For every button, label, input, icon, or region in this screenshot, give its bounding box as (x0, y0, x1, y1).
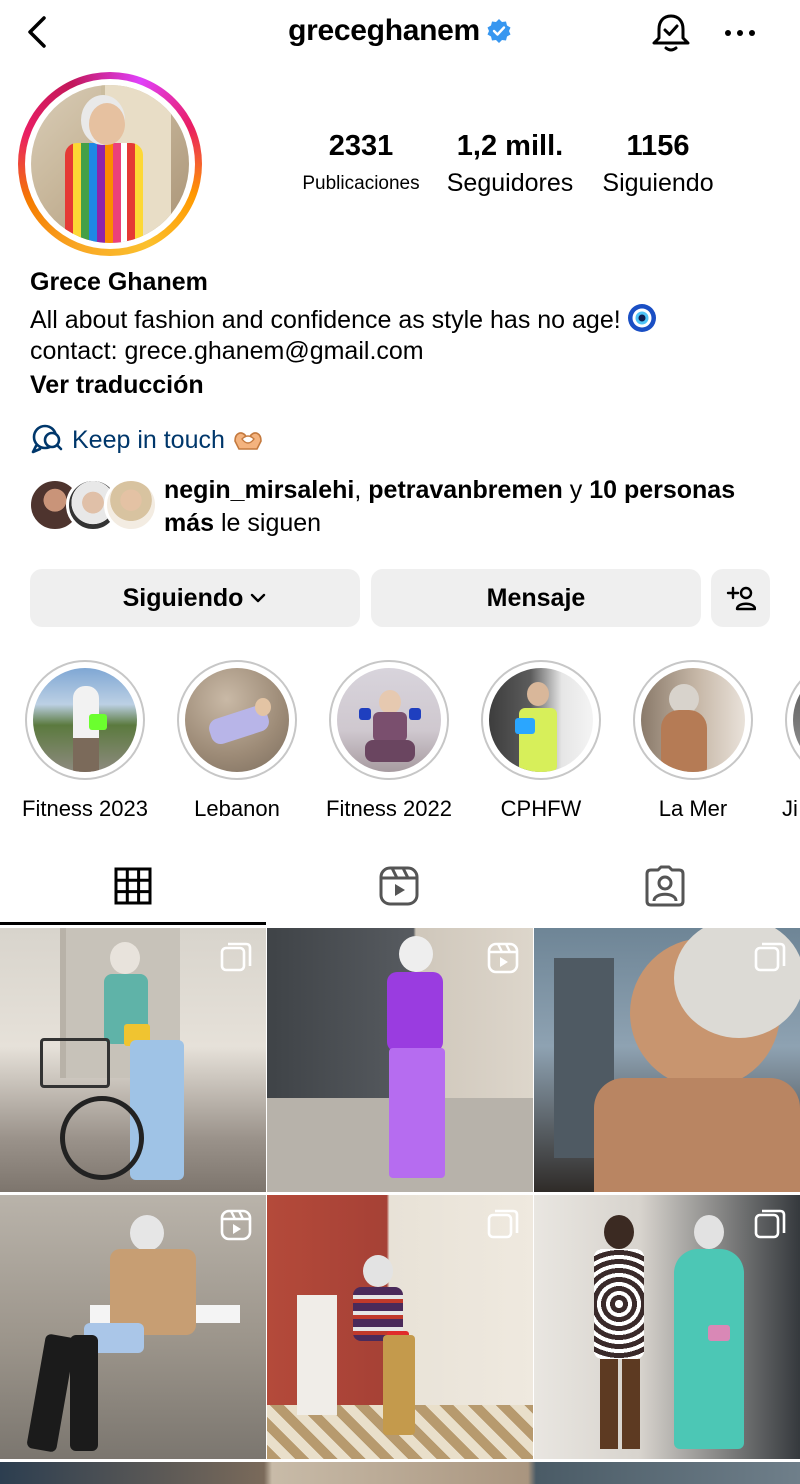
reel-icon (220, 1209, 252, 1241)
tagged-icon (645, 865, 685, 907)
carousel-icon (487, 1209, 519, 1239)
highlight-item[interactable]: La Mer (618, 660, 768, 820)
bell-check-icon[interactable] (648, 10, 694, 56)
highlight-item[interactable]: CPHFW (466, 660, 616, 820)
profile-username: greceghanem (288, 14, 480, 47)
post-thumbnail[interactable] (0, 928, 266, 1192)
active-tab-indicator (0, 922, 266, 925)
followers-label: Seguidores (446, 169, 574, 197)
highlight-label: Lebanon (194, 796, 280, 820)
carousel-icon (754, 1209, 786, 1239)
next-row-preview (0, 1462, 800, 1484)
highlight-item[interactable]: Lebanon (162, 660, 312, 820)
threads-icon (31, 424, 63, 454)
bio-text-1: All about fashion and confidence as styl… (30, 306, 621, 334)
carousel-icon (220, 942, 252, 972)
highlight-label: Fitness 2022 (326, 796, 452, 820)
mutual-user-2: petravanbremen (368, 476, 563, 504)
following-label: Siguiendo (602, 169, 714, 197)
highlight-label: CPHFW (500, 796, 582, 820)
post-thumbnail[interactable] (534, 928, 800, 1192)
threads-link[interactable]: Keep in touch (30, 422, 265, 456)
post-thumbnail[interactable] (0, 1195, 266, 1459)
message-button-label: Mensaje (486, 583, 586, 612)
avatar (31, 85, 189, 243)
highlight-label: Fitness 2023 (22, 796, 148, 820)
avatar-frame (25, 79, 195, 249)
heart-hands-icon (234, 432, 262, 450)
threads-link-label: Keep in touch (72, 426, 225, 454)
highlight-cover (329, 660, 449, 780)
posts-value: 2331 (328, 130, 394, 162)
post-thumbnail[interactable] (534, 1195, 800, 1459)
add-person-icon (726, 586, 756, 611)
following-button[interactable]: Siguiendo (30, 569, 360, 627)
highlight-item[interactable]: Fitness 2022 (314, 660, 464, 820)
profile-full-name: Grece Ghanem (30, 268, 208, 296)
posts-grid (0, 928, 800, 1484)
post-thumbnail[interactable] (267, 1195, 533, 1459)
bio-line-1: All about fashion and confidence as styl… (30, 303, 657, 335)
tab-tagged[interactable] (532, 846, 798, 926)
reel-icon (487, 942, 519, 974)
following-button-label: Siguiendo (122, 583, 244, 612)
chevron-down-icon (251, 593, 266, 603)
following-value: 1156 (626, 130, 690, 162)
highlight-item[interactable]: Ji (770, 660, 800, 820)
highlight-cover (481, 660, 601, 780)
highlight-cover (785, 660, 800, 780)
highlight-cover (633, 660, 753, 780)
story-highlights: Fitness 2023 Lebanon Fitness 2022 CPHFW … (0, 660, 800, 820)
suggested-users-button[interactable] (711, 569, 770, 627)
nazar-amulet-icon (627, 304, 656, 332)
profile-avatar-story-ring[interactable] (18, 72, 202, 256)
carousel-icon (754, 942, 786, 972)
following-count[interactable]: 1156 Siguiendo (592, 130, 724, 198)
more-horizontal-icon[interactable] (720, 18, 760, 48)
highlight-label: Ji (782, 796, 798, 820)
tab-posts-grid[interactable] (0, 846, 266, 926)
mutual-avatar (104, 478, 158, 532)
highlight-item[interactable]: Fitness 2023 (10, 660, 160, 820)
tab-reels[interactable] (266, 846, 532, 926)
highlight-cover (177, 660, 297, 780)
followers-count[interactable]: 1,2 mill. Seguidores (438, 130, 582, 198)
followed-by-text: negin_mirsalehi, petravanbremen y 10 per… (164, 474, 788, 540)
highlight-label: La Mer (658, 796, 728, 820)
mutual-connector: y (562, 476, 590, 504)
message-button[interactable]: Mensaje (371, 569, 701, 627)
verified-badge-icon (487, 19, 511, 43)
posts-count: 2331 Publicaciones (290, 130, 432, 195)
see-translation-link[interactable]: Ver traducción (30, 371, 204, 400)
highlight-cover (25, 660, 145, 780)
reels-icon (379, 866, 419, 906)
mutual-separator: , (354, 476, 369, 504)
posts-label: Publicaciones (302, 173, 420, 194)
followers-value: 1,2 mill. (456, 130, 564, 162)
mutual-user-1: negin_mirsalehi (164, 476, 355, 504)
post-thumbnail[interactable] (267, 928, 533, 1192)
bio-line-2: contact: grece.ghanem@gmail.com (30, 337, 424, 365)
profile-tabs (0, 846, 800, 926)
top-bar: greceghanem (0, 0, 800, 70)
grid-icon (114, 867, 152, 905)
mutual-suffix: le siguen (214, 509, 322, 537)
followed-by[interactable]: negin_mirsalehi, petravanbremen y 10 per… (28, 474, 788, 544)
